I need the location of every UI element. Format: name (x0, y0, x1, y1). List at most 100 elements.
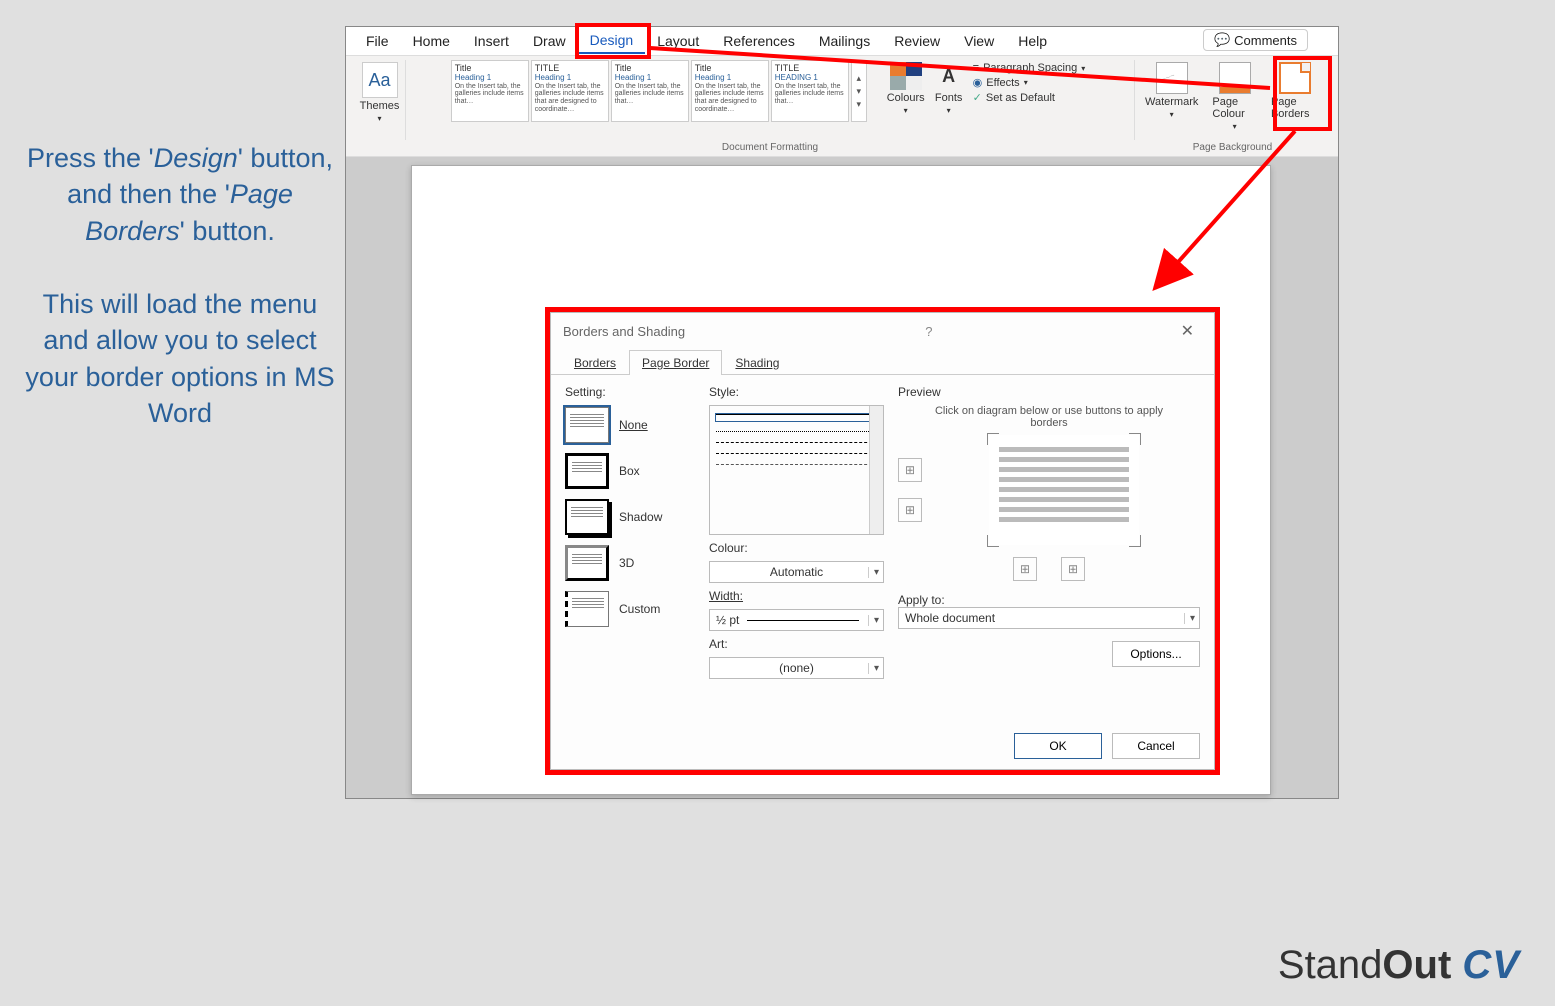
chevron-down-icon: ▾ (1081, 64, 1085, 73)
check-icon: ✓ (973, 91, 982, 104)
watermark-icon: ~~~ (1156, 62, 1188, 94)
themes-group: Aa Themes ▾ (354, 60, 406, 140)
setting-box[interactable]: Box (565, 451, 695, 491)
dialog-tabs: Borders Page Border Shading (551, 349, 1214, 375)
borders-and-shading-dialog: Borders and Shading ? ✕ Borders Page Bor… (550, 312, 1215, 770)
page-borders-button[interactable]: Page Borders (1267, 60, 1324, 133)
border-bottom-button[interactable]: ⊞ (898, 498, 922, 522)
border-top-button[interactable]: ⊞ (898, 458, 922, 482)
fonts-button[interactable]: A Fonts▾ (931, 60, 967, 117)
tab-page-border[interactable]: Page Border (629, 350, 722, 375)
ribbon-tabs: File Home Insert Draw Design Layout Refe… (346, 27, 1338, 55)
tab-mailings[interactable]: Mailings (807, 29, 882, 53)
page-borders-icon (1279, 62, 1311, 94)
setting-custom[interactable]: Custom (565, 589, 695, 629)
style-thumb[interactable]: TitleHeading 1On the Insert tab, the gal… (691, 60, 769, 122)
chevron-down-icon: ▾ (1184, 613, 1195, 624)
chevron-down-icon: ▾ (868, 615, 879, 626)
chevron-down-icon: ▾ (904, 106, 908, 115)
themes-icon: Aa (362, 62, 398, 98)
setting-none[interactable]: None (565, 405, 695, 445)
fonts-icon: A (935, 62, 963, 90)
ribbon-content: Aa Themes ▾ TitleHeading 1On the Insert … (346, 55, 1338, 157)
setting-column: Setting: None Box Shadow 3D (565, 385, 695, 726)
watermark-button[interactable]: ~~~ Watermark▾ (1141, 60, 1202, 133)
setting-none-icon (565, 407, 609, 443)
setting-shadow-icon (565, 499, 609, 535)
setting-custom-icon (565, 591, 609, 627)
help-icon[interactable]: ? (917, 324, 940, 339)
comments-button[interactable]: 💬 Comments (1203, 29, 1308, 51)
options-button[interactable]: Options... (1112, 641, 1200, 667)
tab-borders[interactable]: Borders (561, 350, 629, 375)
group-label: Document Formatting (406, 142, 1134, 153)
border-left-button[interactable]: ⊞ (1013, 557, 1037, 581)
width-label: Width: (709, 589, 884, 603)
colours-icon (890, 62, 922, 90)
tab-review[interactable]: Review (882, 29, 952, 53)
tab-references[interactable]: References (711, 29, 807, 53)
page-colour-icon (1219, 62, 1251, 94)
setting-3d[interactable]: 3D (565, 543, 695, 583)
close-icon[interactable]: ✕ (1173, 321, 1202, 341)
preview-hint: Click on diagram below or use buttons to… (898, 405, 1200, 429)
tab-shading[interactable]: Shading (722, 350, 792, 375)
art-dropdown[interactable]: (none)▾ (709, 657, 884, 679)
themes-button[interactable]: Aa Themes ▾ (356, 60, 404, 125)
preview-label: Preview (898, 385, 1200, 399)
apply-to-label: Apply to: (898, 593, 1200, 607)
dialog-title: Borders and Shading (563, 324, 685, 339)
instruction-text: Press the 'Design' button, and then the … (25, 140, 335, 432)
colour-label: Colour: (709, 541, 884, 555)
border-right-button[interactable]: ⊞ (1061, 557, 1085, 581)
page-colour-button[interactable]: Page Colour▾ (1208, 60, 1261, 133)
formatting-options: ≡Paragraph Spacing ▾ ◉Effects ▾ ✓Set as … (969, 60, 1090, 106)
chevron-down-icon: ▾ (1170, 110, 1174, 119)
style-thumb[interactable]: TitleHeading 1On the Insert tab, the gal… (611, 60, 689, 122)
chevron-down-icon: ▾ (868, 567, 879, 578)
tab-help[interactable]: Help (1006, 29, 1059, 53)
doc-formatting-group: TitleHeading 1On the Insert tab, the gal… (406, 60, 1135, 140)
art-label: Art: (709, 637, 884, 651)
chevron-down-icon: ▾ (947, 106, 951, 115)
tab-layout[interactable]: Layout (645, 29, 711, 53)
tab-design[interactable]: Design (578, 28, 646, 54)
gallery-more-button[interactable]: ▴▾▾ (851, 60, 867, 122)
setting-label: Setting: (565, 385, 695, 399)
style-label: Style: (709, 385, 884, 399)
effects-button[interactable]: ◉Effects ▾ (973, 76, 1086, 89)
colours-button[interactable]: Colours▾ (883, 60, 929, 117)
paragraph-spacing-icon: ≡ (973, 62, 979, 74)
colour-dropdown[interactable]: Automatic▾ (709, 561, 884, 583)
style-thumb[interactable]: TITLEHEADING 1On the Insert tab, the gal… (771, 60, 849, 122)
setting-box-icon (565, 453, 609, 489)
preview-column: Preview Click on diagram below or use bu… (898, 385, 1200, 726)
dialog-titlebar: Borders and Shading ? ✕ (551, 313, 1214, 349)
tab-home[interactable]: Home (401, 29, 462, 53)
style-gallery[interactable]: TitleHeading 1On the Insert tab, the gal… (451, 60, 849, 122)
width-dropdown[interactable]: ½ pt▾ (709, 609, 884, 631)
ok-button[interactable]: OK (1014, 733, 1102, 759)
setting-3d-icon (565, 545, 609, 581)
paragraph-spacing-button[interactable]: ≡Paragraph Spacing ▾ (973, 62, 1086, 74)
preview-diagram[interactable] (989, 435, 1139, 545)
effects-icon: ◉ (973, 76, 983, 89)
chevron-down-icon: ▾ (1024, 78, 1028, 87)
comment-icon: 💬 (1214, 32, 1230, 48)
standout-cv-logo: StandOut CV (1278, 943, 1520, 988)
tab-view[interactable]: View (952, 29, 1006, 53)
scrollbar[interactable] (869, 406, 883, 534)
set-default-button[interactable]: ✓Set as Default (973, 91, 1086, 104)
dialog-highlight: Borders and Shading ? ✕ Borders Page Bor… (545, 307, 1220, 775)
group-label: Page Background (1135, 142, 1330, 153)
style-thumb[interactable]: TITLEHeading 1On the Insert tab, the gal… (531, 60, 609, 122)
tab-draw[interactable]: Draw (521, 29, 578, 53)
setting-shadow[interactable]: Shadow (565, 497, 695, 537)
tab-insert[interactable]: Insert (462, 29, 521, 53)
apply-to-dropdown[interactable]: Whole document▾ (898, 607, 1200, 629)
style-column: Style: Colour: Automatic▾ Width: ½ pt▾ A… (709, 385, 884, 726)
tab-file[interactable]: File (354, 29, 401, 53)
style-thumb[interactable]: TitleHeading 1On the Insert tab, the gal… (451, 60, 529, 122)
cancel-button[interactable]: Cancel (1112, 733, 1200, 759)
style-list[interactable] (709, 405, 884, 535)
